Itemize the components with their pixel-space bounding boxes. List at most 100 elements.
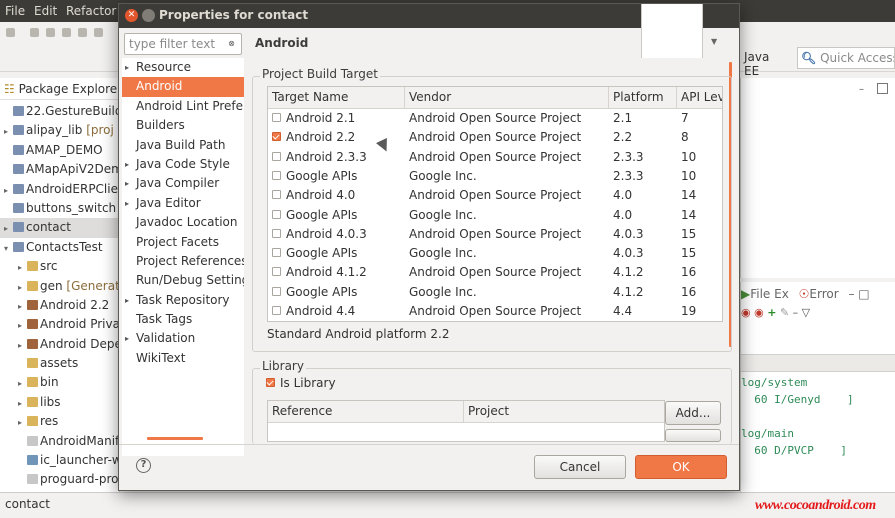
expand-arrow-icon[interactable]: ▸ xyxy=(125,329,129,348)
nav-item-builders[interactable]: Builders xyxy=(122,116,244,135)
print-icon[interactable] xyxy=(46,28,55,37)
minimize-icon[interactable] xyxy=(142,9,155,22)
new-icon[interactable] xyxy=(6,28,15,37)
table-row[interactable]: Google APIs Google Inc. 4.1.2 16 xyxy=(268,283,722,302)
save-icon[interactable] xyxy=(30,28,39,37)
filter-input[interactable]: type filter text ⊗ xyxy=(124,33,242,55)
expand-arrow-icon[interactable]: ▸ xyxy=(125,155,129,174)
tree-item[interactable]: buttons_switch xyxy=(0,199,119,218)
table-row[interactable]: Android 2.3.3 Android Open Source Project… xyxy=(268,148,722,167)
checkbox-unchecked-icon[interactable] xyxy=(272,151,281,161)
column-platform[interactable]: Platform xyxy=(609,87,677,109)
clear-filter-icon[interactable]: ⊗ xyxy=(225,38,238,50)
tree-item[interactable]: ▸ res xyxy=(0,412,119,431)
tree-item[interactable]: ▸ contact xyxy=(0,218,119,238)
remove-icon[interactable]: – xyxy=(793,306,799,319)
column-project[interactable]: Project xyxy=(464,401,664,423)
add-library-button[interactable]: Add... xyxy=(665,401,721,425)
quick-access-field[interactable]: 🔍︎ Quick Access xyxy=(797,47,895,69)
tree-item[interactable]: ▸ alipay_lib [proj xyxy=(0,121,119,140)
package-explorer-title[interactable]: ☷ Package Explorer xyxy=(0,78,119,100)
nav-item-java-editor[interactable]: ▸ Java Editor xyxy=(122,194,244,213)
close-icon[interactable]: ✕ xyxy=(125,9,138,22)
cancel-button[interactable]: Cancel xyxy=(534,455,626,479)
view-menu-icon[interactable]: ▽ xyxy=(802,306,810,319)
collapsed-arrow-icon[interactable]: ▸ xyxy=(4,181,13,199)
remove-library-button[interactable] xyxy=(665,429,721,442)
checkbox-unchecked-icon[interactable] xyxy=(272,209,281,219)
tree-item[interactable]: 22.GestureBuilder xyxy=(0,102,119,121)
checkbox-unchecked-icon[interactable] xyxy=(272,248,281,258)
edit-icon[interactable]: ✎ xyxy=(780,306,789,319)
nav-item-javadoc-location[interactable]: Javadoc Location xyxy=(122,213,244,232)
menu-edit[interactable]: Edit xyxy=(34,4,57,18)
nav-item-wikitext[interactable]: WikiText xyxy=(122,349,244,368)
tree-item[interactable]: assets xyxy=(0,354,119,373)
nav-item-task-repository[interactable]: ▸ Task Repository xyxy=(122,291,244,310)
checkbox-unchecked-icon[interactable] xyxy=(272,113,281,122)
collapsed-arrow-icon[interactable]: ▸ xyxy=(18,297,27,315)
tree-item[interactable]: AMapApiV2Demo xyxy=(0,160,119,179)
checkbox-checked-icon[interactable] xyxy=(272,132,281,142)
checkbox-unchecked-icon[interactable] xyxy=(272,170,281,180)
nav-item-task-tags[interactable]: Task Tags xyxy=(122,310,244,329)
table-row[interactable]: Android 4.0 Android Open Source Project 4.… xyxy=(268,186,722,205)
table-row[interactable]: Google APIs Google Inc. 4.0 14 xyxy=(268,206,722,225)
nav-item-project-facets[interactable]: Project Facets xyxy=(122,233,244,252)
run-icon[interactable] xyxy=(78,28,87,37)
add-icon[interactable]: + xyxy=(767,306,776,319)
debug-view-icon[interactable]: ◉ xyxy=(754,306,764,319)
minimize-view-icon[interactable]: – xyxy=(859,84,864,95)
expanded-arrow-icon[interactable]: ▾ xyxy=(4,239,13,257)
table-row[interactable]: Android 2.1 Android Open Source Project 2.… xyxy=(268,109,722,128)
menu-file[interactable]: File xyxy=(5,4,25,18)
tab-file-explorer[interactable]: ▶File Ex xyxy=(741,287,789,301)
collapsed-arrow-icon[interactable]: ▸ xyxy=(18,394,27,412)
help-icon[interactable]: ? xyxy=(136,458,151,473)
tree-item[interactable]: ic_launcher-web.png xyxy=(0,451,119,470)
table-row[interactable]: Android 4.1.2 Android Open Source Project… xyxy=(268,263,722,282)
collapsed-arrow-icon[interactable]: ▸ xyxy=(18,278,27,296)
nav-item-resource[interactable]: ▸ Resource xyxy=(122,58,244,77)
nav-item-java-code-style[interactable]: ▸ Java Code Style xyxy=(122,155,244,174)
table-row[interactable]: Android 4.4 Android Open Source Project 4.… xyxy=(268,302,722,321)
ok-button[interactable]: OK xyxy=(635,455,727,479)
nav-scrollbar[interactable] xyxy=(147,437,203,440)
tree-item[interactable]: ▾ ContactsTest xyxy=(0,238,119,257)
collapsed-arrow-icon[interactable]: ▸ xyxy=(18,258,27,276)
nav-item-java-build-path[interactable]: Java Build Path xyxy=(122,136,244,155)
debug-icon[interactable] xyxy=(62,28,71,37)
column-vendor[interactable]: Vendor xyxy=(405,87,609,109)
collapsed-arrow-icon[interactable]: ▸ xyxy=(4,219,13,237)
table-row[interactable]: Android 4.0.3 Android Open Source Project… xyxy=(268,225,722,244)
tree-item[interactable]: proguard-project.txt xyxy=(0,470,119,489)
column-target-name[interactable]: Target Name xyxy=(268,87,405,109)
table-row[interactable]: Google APIs Google Inc. 2.3.3 10 xyxy=(268,167,722,186)
tree-item[interactable]: ▸ libs xyxy=(0,393,119,412)
maximize-view-icon[interactable] xyxy=(877,83,888,94)
collapsed-arrow-icon[interactable]: ▸ xyxy=(18,336,27,354)
tree-item[interactable]: ▸ src xyxy=(0,257,119,276)
nav-item-android[interactable]: Android xyxy=(122,77,244,97)
nav-item-validation[interactable]: ▸ Validation xyxy=(122,329,244,348)
nav-item-android-lint-preferences[interactable]: Android Lint Preferences xyxy=(122,97,244,116)
device-icon[interactable]: ◉ xyxy=(741,306,751,319)
nav-item-run-debug-settings[interactable]: Run/Debug Settings xyxy=(122,271,244,290)
chevron-down-icon[interactable]: ▼ xyxy=(711,37,717,46)
collapsed-arrow-icon[interactable]: ▸ xyxy=(18,374,27,392)
perspective-javaee[interactable]: Java EE xyxy=(740,47,792,78)
tree-item[interactable]: ▸ gen [Generated xyxy=(0,277,119,296)
collapsed-arrow-icon[interactable]: ▸ xyxy=(18,413,27,431)
expand-arrow-icon[interactable]: ▸ xyxy=(125,194,129,213)
minimize-icon[interactable]: – □ xyxy=(848,287,869,301)
column-api-level[interactable]: API Level xyxy=(677,87,722,109)
checkbox-unchecked-icon[interactable] xyxy=(272,267,281,277)
tree-item[interactable]: ▸ AndroidERPClient xyxy=(0,180,119,199)
collapsed-arrow-icon[interactable]: ▸ xyxy=(18,316,27,334)
tree-item[interactable]: AndroidManifest.xml xyxy=(0,432,119,451)
nav-item-java-compiler[interactable]: ▸ Java Compiler xyxy=(122,174,244,193)
expand-arrow-icon[interactable]: ▸ xyxy=(125,58,129,77)
menu-refactor[interactable]: Refactor xyxy=(66,4,116,18)
is-library-checkbox[interactable]: Is Library xyxy=(266,376,336,390)
tree-item[interactable]: ▸ Android Dependencies xyxy=(0,335,119,354)
